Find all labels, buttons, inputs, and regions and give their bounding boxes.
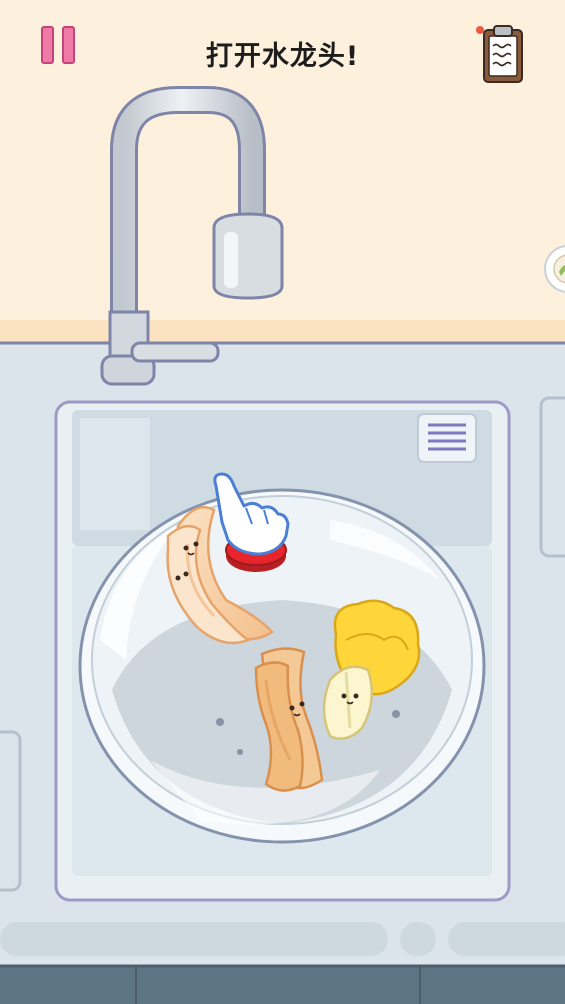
side-menu-button[interactable]	[543, 244, 565, 294]
notification-dot	[476, 26, 484, 34]
kitchen-scene	[0, 0, 565, 1004]
cabinet-base	[0, 965, 565, 1004]
wall-trim	[0, 320, 565, 342]
faucet-handle[interactable]	[130, 341, 220, 363]
sink-drain-vent	[417, 413, 477, 463]
recipe-button[interactable]	[476, 22, 528, 86]
plate-icon	[544, 245, 565, 293]
counter-ledge	[0, 922, 388, 956]
clipboard-icon	[476, 25, 523, 83]
game-screen: 打开水龙头!	[0, 0, 565, 1004]
